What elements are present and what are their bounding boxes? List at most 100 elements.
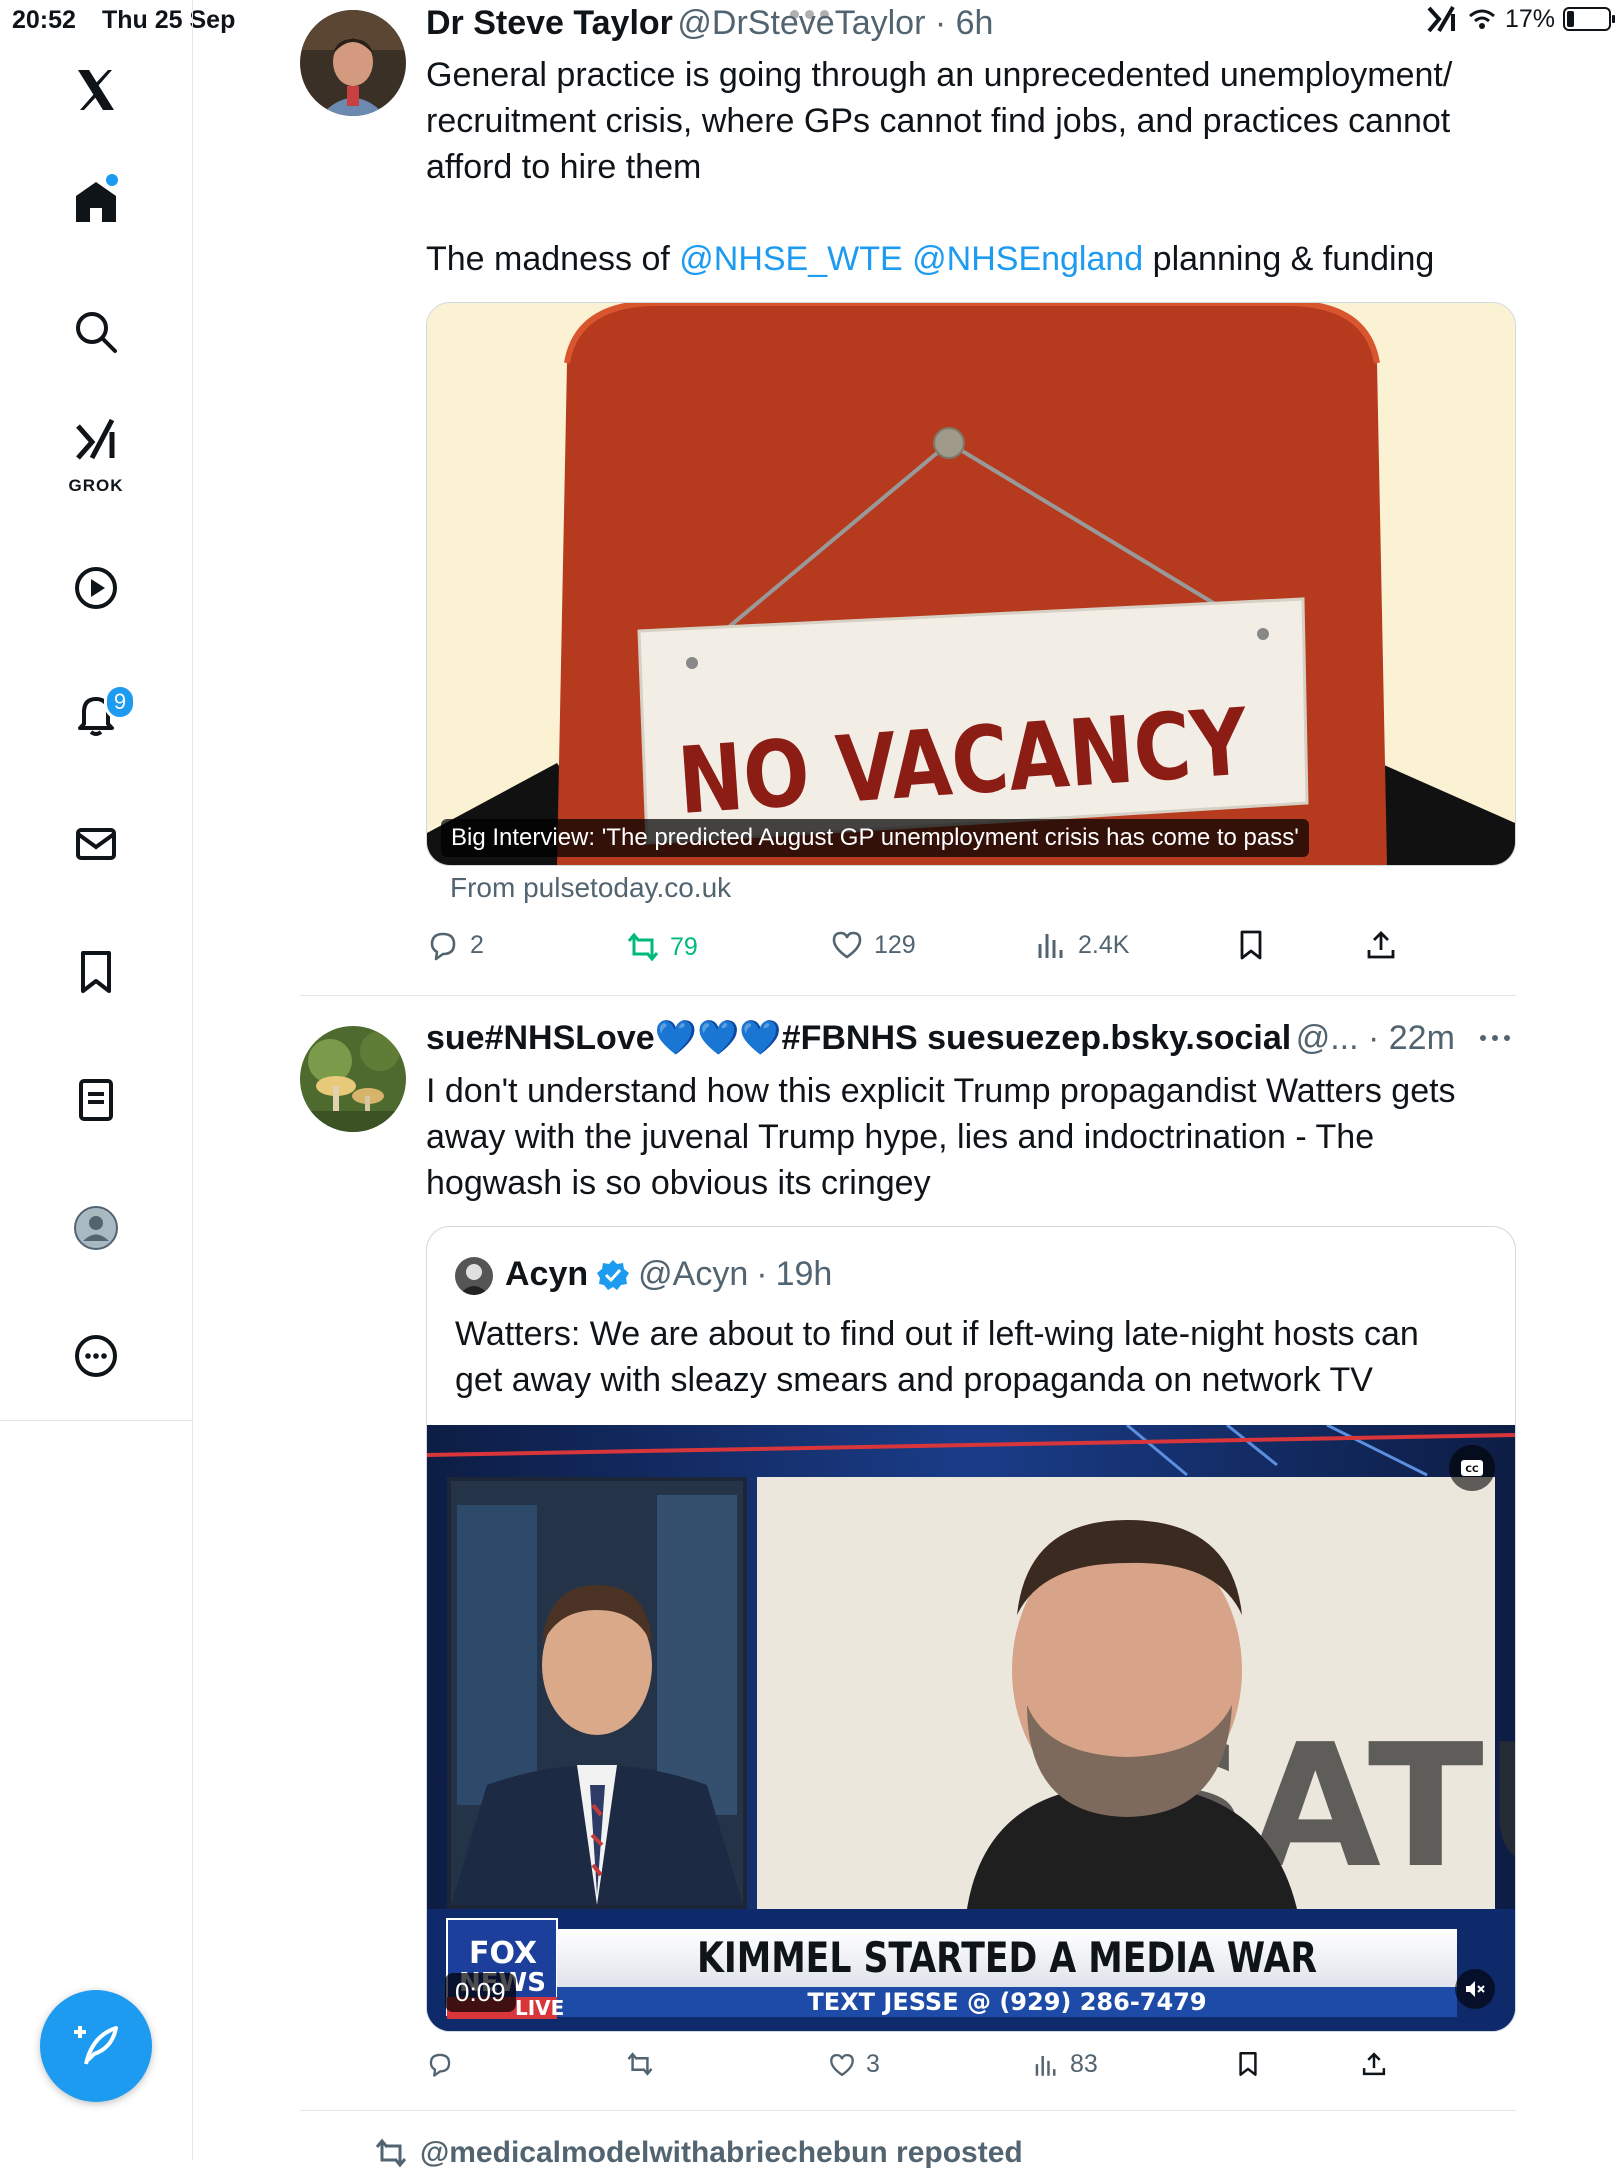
- tweet-divider: [300, 2110, 1516, 2111]
- repost-icon: [627, 932, 659, 962]
- battery-percent: 17%: [1505, 4, 1556, 33]
- sidebar-item-explore[interactable]: [54, 290, 138, 374]
- tweet2-text-line: hogwash is so obvious its cringey: [426, 1164, 931, 1202]
- share-icon: [1367, 931, 1395, 959]
- tweet1-text-line: General practice is going through an unp…: [426, 56, 1453, 94]
- more-circle-icon: [75, 1335, 117, 1377]
- verified-badge-icon: [597, 1259, 630, 1290]
- tweet2-author-name[interactable]: sue#NHSLove💙💙💙#FBNHS suesuezep.bsky.soci…: [426, 1019, 1291, 1057]
- sidebar-item-messages[interactable]: [54, 802, 138, 886]
- views-icon: [1035, 2055, 1056, 2076]
- tweet1-avatar[interactable]: [300, 10, 406, 116]
- list-icon: [79, 1079, 113, 1121]
- reply-button[interactable]: 2: [426, 928, 484, 962]
- tweet1-text-line: recruitment crisis, where GPs cannot fin…: [426, 102, 1451, 140]
- battery-icon: [1563, 7, 1616, 31]
- views-button[interactable]: 2.4K: [1034, 928, 1129, 962]
- sidebar-item-video[interactable]: [54, 546, 138, 630]
- share-button[interactable]: [1360, 2050, 1388, 2078]
- sidebar-item-profile[interactable]: [54, 1186, 138, 1270]
- tweet2-text: I don't understand how this explicit Tru…: [426, 1068, 1526, 1206]
- no-vacancy-image: NO VACANCY: [427, 303, 1515, 865]
- repost-button[interactable]: 79: [626, 930, 698, 964]
- bookmark-button[interactable]: [1234, 928, 1268, 962]
- reply-button[interactable]: [426, 2050, 464, 2078]
- tweet2-header: sue#NHSLove💙💙💙#FBNHS suesuezep.bsky.soci…: [426, 1019, 1455, 1057]
- like-button[interactable]: 3: [828, 2050, 880, 2079]
- tweet1-handle[interactable]: @DrSteveTaylor: [677, 4, 925, 42]
- heart-icon: [832, 931, 862, 959]
- sidebar-item-bookmarks[interactable]: [54, 930, 138, 1014]
- svg-text:FOX: FOX: [469, 1936, 537, 1971]
- quote-author-name[interactable]: Acyn: [505, 1255, 588, 1294]
- video-frame: SATURDAY FOX NEWS KIMMEL STARTED A MEDIA…: [427, 1423, 1515, 2031]
- views-icon: [1038, 934, 1063, 958]
- quote-text: Watters: We are about to find out if lef…: [455, 1311, 1495, 1403]
- tweet2-text-line: away with the juvenal Trump hype, lies a…: [426, 1118, 1375, 1156]
- tweet2-avatar[interactable]: [300, 1026, 406, 1132]
- tweet-divider: [300, 995, 1516, 996]
- tweet1-time[interactable]: 6h: [956, 4, 994, 42]
- bookmark-button[interactable]: [1234, 2050, 1262, 2078]
- share-icon: [1362, 2052, 1386, 2076]
- quote-header: Acyn @Acyn · 19h: [505, 1255, 833, 1294]
- repost-icon: [375, 2138, 407, 2168]
- tweet1-text-line: afford to hire them: [426, 148, 702, 186]
- sidebar-item-lists[interactable]: [54, 1058, 138, 1142]
- cc-icon: CC: [1461, 1460, 1483, 1476]
- sidebar: GROK 9: [0, 0, 193, 2160]
- tweet2-time[interactable]: 22m: [1389, 1019, 1455, 1057]
- sidebar-divider: [0, 1420, 192, 1421]
- tweet1-header: Dr Steve Taylor @DrSteveTaylor · 6h: [426, 4, 994, 42]
- like-button[interactable]: 129: [830, 928, 916, 962]
- sidebar-item-more[interactable]: [54, 1314, 138, 1398]
- bookmark-icon: [1239, 2052, 1257, 2076]
- views-button[interactable]: 83: [1032, 2050, 1098, 2079]
- mute-button[interactable]: [1455, 1969, 1495, 2009]
- like-count: 129: [874, 930, 916, 959]
- quote-time[interactable]: 19h: [776, 1255, 833, 1294]
- mention-nhsengland[interactable]: @NHSEngland: [912, 240, 1143, 278]
- reply-icon: [430, 932, 456, 961]
- tweet2-handle[interactable]: @...: [1296, 1019, 1359, 1057]
- svg-text:CC: CC: [1465, 1465, 1479, 1475]
- grok-icon: [1427, 5, 1455, 33]
- quote-tweet[interactable]: Acyn @Acyn · 19h Watters: We are about to …: [426, 1226, 1516, 2032]
- tweet1-author-name[interactable]: Dr Steve Taylor: [426, 4, 673, 42]
- link-card-caption: Big Interview: 'The predicted August GP …: [441, 819, 1309, 857]
- compose-button[interactable]: [40, 1990, 152, 2102]
- views-count: 83: [1070, 2050, 1098, 2078]
- tweet1-text-line: The madness of @NHSE_WTE @NHSEngland pla…: [426, 236, 1526, 282]
- notification-badge: 9: [104, 684, 136, 720]
- share-button[interactable]: [1364, 928, 1398, 962]
- repost-icon: [627, 2052, 653, 2076]
- muted-speaker-icon: [1466, 1981, 1485, 1997]
- sidebar-item-grok[interactable]: [54, 410, 138, 470]
- video-player[interactable]: SATURDAY FOX NEWS KIMMEL STARTED A MEDIA…: [427, 1423, 1515, 2031]
- chyron-headline: KIMMEL STARTED A MEDIA WAR: [697, 1933, 1317, 1982]
- captions-button[interactable]: CC: [1449, 1445, 1495, 1491]
- avatar-icon: [74, 1206, 118, 1250]
- sidebar-item-home[interactable]: [54, 160, 138, 244]
- x-logo-icon[interactable]: [54, 48, 138, 132]
- like-count: 3: [866, 2050, 880, 2078]
- repost-context[interactable]: @medicalmodelwithabriechebun reposted: [374, 2136, 1023, 2170]
- heart-icon: [830, 2053, 854, 2076]
- quote-handle[interactable]: @Acyn: [638, 1255, 748, 1294]
- live-label: LIVE: [515, 1996, 564, 2020]
- reply-count: 2: [470, 930, 484, 959]
- bookmark-icon: [1240, 930, 1262, 960]
- quote-avatar[interactable]: [455, 1257, 493, 1295]
- bookmark-icon: [81, 951, 111, 993]
- link-card-image[interactable]: NO VACANCY Big Interview: 'The predicted…: [426, 302, 1516, 866]
- home-unread-dot: [106, 174, 118, 186]
- repost-button[interactable]: [626, 2050, 664, 2078]
- mention-nhse-wte[interactable]: @NHSE_WTE: [679, 240, 902, 278]
- tweet1-text-suffix: planning & funding: [1143, 240, 1435, 278]
- search-icon: [76, 312, 117, 353]
- tweet2-more-button[interactable]: [1478, 1028, 1512, 1053]
- quote-text-line: Watters: We are about to find out if lef…: [455, 1315, 1419, 1353]
- link-card-source[interactable]: From pulsetoday.co.uk: [450, 872, 731, 904]
- views-count: 2.4K: [1078, 930, 1130, 959]
- envelope-icon: [76, 828, 116, 860]
